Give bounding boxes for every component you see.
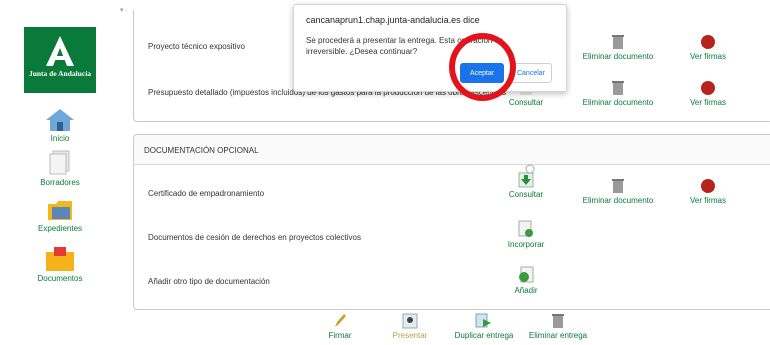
confirm-dialog: cancanaprun1.chap.junta-andalucia.es dic… <box>293 4 567 92</box>
consult-button[interactable]: Consultar <box>506 164 546 199</box>
add-document-icon <box>519 266 534 283</box>
doc-label: Añadir otro tipo de documentación <box>148 277 270 286</box>
folder-icon <box>48 201 72 220</box>
sidebar-item-expedientes[interactable]: Expedientes <box>24 198 96 233</box>
delete-submission-button[interactable]: Eliminar entrega <box>528 313 588 340</box>
sidebar-item-label: Documentos <box>37 274 83 283</box>
cancel-button[interactable]: Cancelar <box>510 63 552 83</box>
view-signatures-button[interactable]: Ver firmas <box>680 80 736 107</box>
sidebar-item-label: Borradores <box>40 178 80 187</box>
delete-document-button[interactable]: Eliminar documento <box>582 34 654 61</box>
pen-icon <box>335 314 346 327</box>
doc-label: Documentos de cesión de derechos en proy… <box>148 233 362 242</box>
sidebar-item-label: Inicio <box>50 134 70 143</box>
app-window: ▾ · Junta de Andalucía Inicio Borradores… <box>0 0 770 345</box>
duplicate-submission-button[interactable]: Duplicar entrega <box>452 313 516 340</box>
trash-icon <box>612 35 624 49</box>
view-signatures-button[interactable]: Ver firmas <box>680 178 736 205</box>
dialog-title: cancanaprun1.chap.junta-andalucia.es dic… <box>306 15 480 25</box>
logo-text: Junta de Andalucía <box>28 69 92 78</box>
incorporate-button[interactable]: Incorporar <box>502 220 550 249</box>
trash-icon <box>612 81 624 95</box>
sign-button[interactable]: Firmar <box>320 313 360 340</box>
doc-label: Certificado de empadronamiento <box>148 189 265 198</box>
junta-logo[interactable]: Junta de Andalucía <box>24 27 96 93</box>
top-bar-fragment: ▾ · <box>120 7 128 14</box>
sidebar-item-documentos[interactable]: Documentos <box>24 246 96 283</box>
submit-button[interactable]: Presentar <box>388 313 432 340</box>
section-header: DOCUMENTACIÓN OPCIONAL <box>134 135 770 165</box>
trash-icon <box>552 314 564 328</box>
user-certificate-icon <box>402 313 418 329</box>
wax-seal-icon <box>701 179 715 193</box>
wax-seal-icon <box>701 81 715 95</box>
delete-document-button[interactable]: Eliminar documento <box>582 178 654 205</box>
documents-icon <box>46 247 74 271</box>
wax-seal-icon <box>701 35 715 49</box>
highlight-circle <box>449 33 516 101</box>
optional-docs-panel: DOCUMENTACIÓN OPCIONAL Certificado de em… <box>133 134 770 310</box>
home-icon <box>46 109 74 131</box>
add-button[interactable]: Añadir <box>506 266 546 295</box>
sidebar-item-borradores[interactable]: Borradores <box>24 150 96 187</box>
duplicate-icon <box>475 313 491 328</box>
view-signatures-button[interactable]: Ver firmas <box>680 34 736 61</box>
trash-icon <box>612 179 624 193</box>
sidebar-item-inicio[interactable]: Inicio <box>24 108 96 143</box>
add-document-icon <box>518 220 533 237</box>
logo-a-icon <box>46 36 74 66</box>
download-icon <box>518 164 535 188</box>
delete-document-button[interactable]: Eliminar documento <box>582 80 654 107</box>
sidebar-item-label: Expedientes <box>37 224 83 233</box>
doc-label: Proyecto técnico expositivo <box>148 42 245 51</box>
drafts-icon <box>49 150 70 175</box>
